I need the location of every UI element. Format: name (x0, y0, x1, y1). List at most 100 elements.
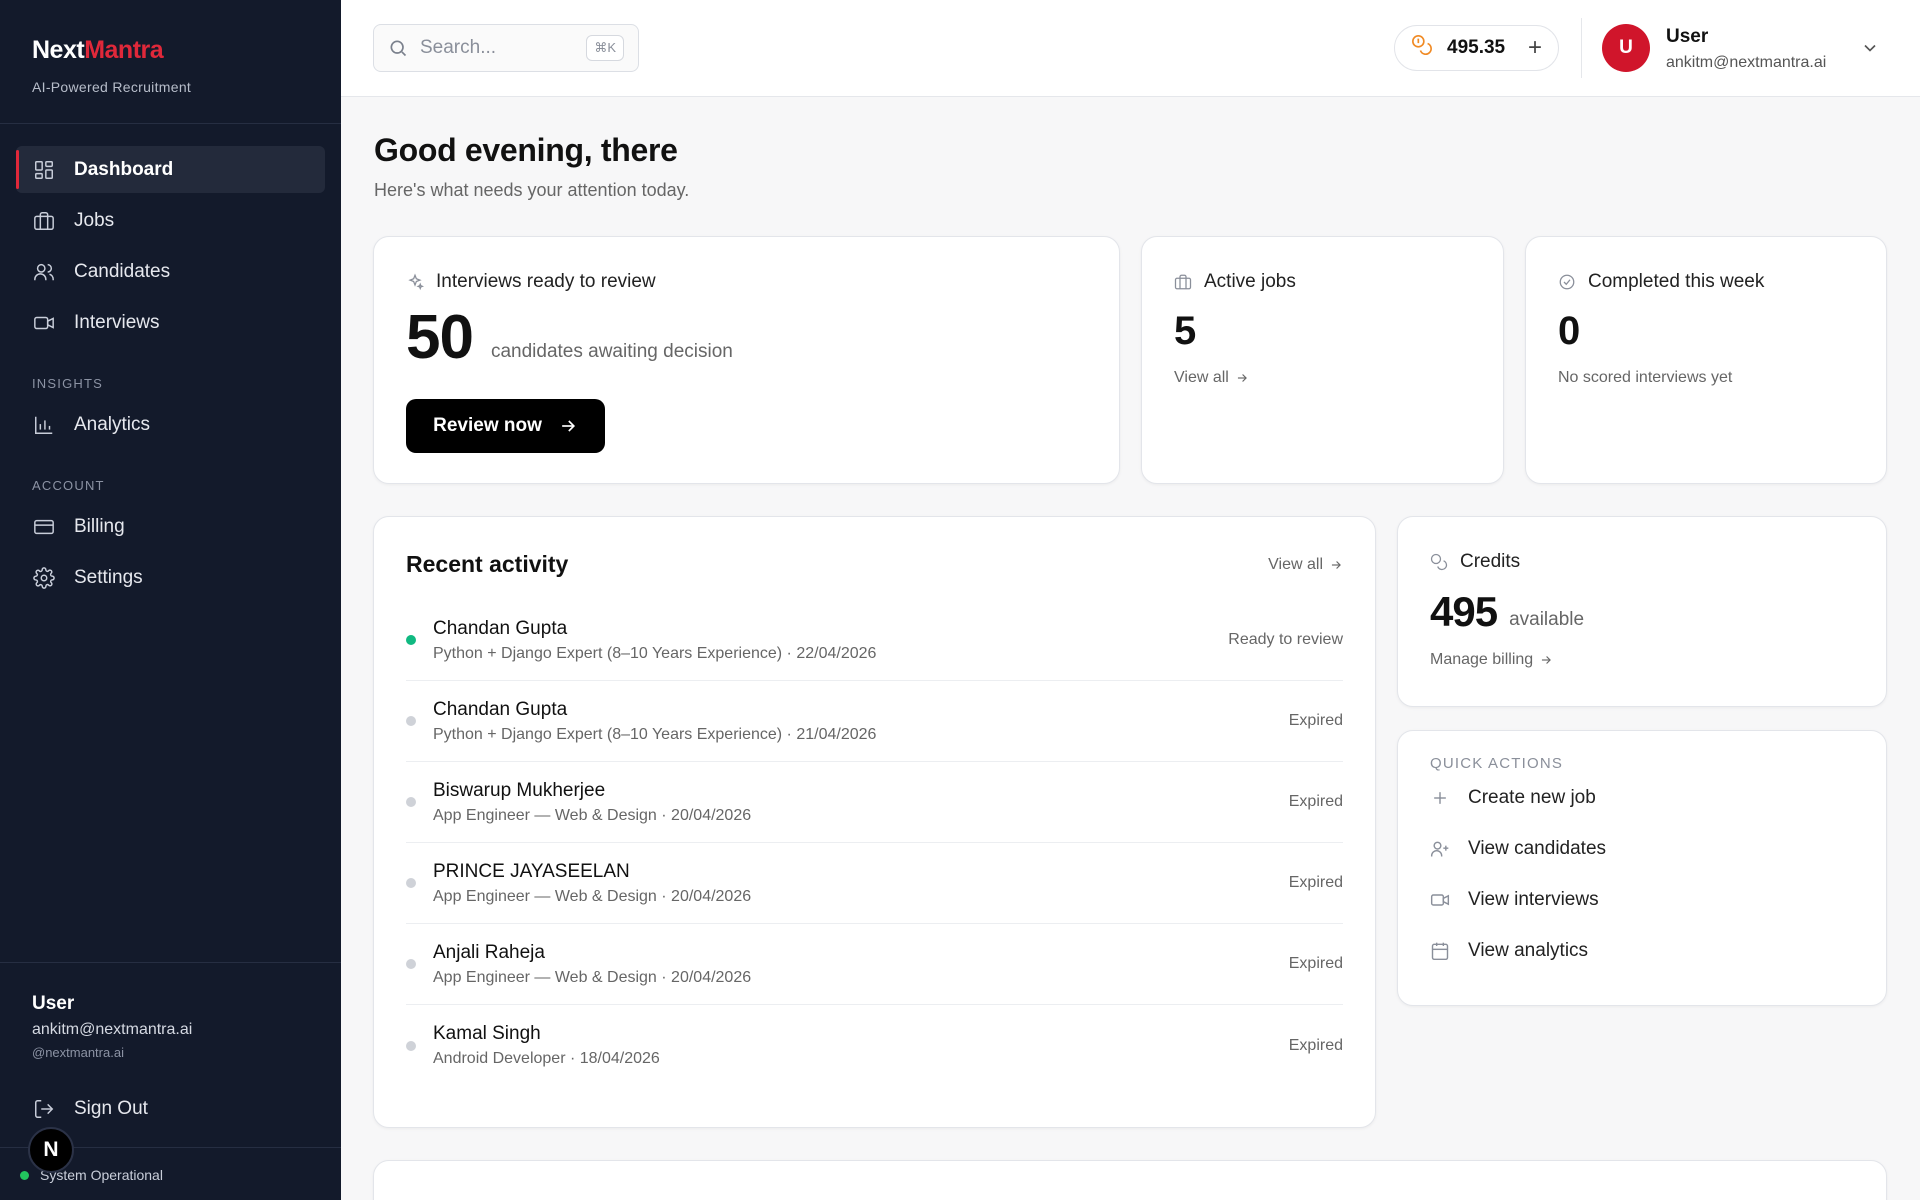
view-candidates-action[interactable]: View candidates (1430, 823, 1854, 874)
action-label: Create new job (1468, 786, 1596, 808)
candidate-name: Chandan Gupta (433, 617, 568, 639)
sparkles-icon (408, 273, 424, 291)
page-subtitle: Here's what needs your attention today. (374, 180, 690, 200)
count-row: 495 available (1430, 591, 1854, 633)
card-header: Interviews ready to review (406, 271, 1087, 293)
sign-out-button[interactable]: Sign Out (16, 1085, 164, 1132)
manage-billing-link[interactable]: Manage billing (1430, 651, 1854, 669)
sidebar-item-label: Candidates (74, 260, 171, 282)
active-jobs-card: Active jobs 5 View all (1141, 236, 1504, 484)
recent-activity-card: Recent activity View all Chandan Gupta P… (373, 516, 1376, 1128)
bottom-card (373, 1160, 1887, 1200)
action-label: View analytics (1468, 939, 1589, 961)
candidate-name: Biswarup Mukherjee (433, 779, 606, 801)
sidebar-item-label: Analytics (74, 413, 151, 435)
card-header: Credits (1430, 551, 1854, 573)
dashboard-icon (32, 158, 56, 182)
nav-section-account: ACCOUNT (32, 478, 105, 493)
sidebar-user: User ankitm@nextmantra.ai @nextmantra.ai… (0, 962, 341, 1119)
brand-logo[interactable]: NextMantra (32, 36, 309, 65)
sidebar-user-handle: @nextmantra.ai (32, 1045, 124, 1060)
card-header: Recent activity View all (406, 551, 1343, 578)
interviews-desc: candidates awaiting decision (490, 341, 733, 362)
search-shortcut: ⌘K (586, 35, 624, 61)
sidebar-item-settings[interactable]: Settings (16, 554, 325, 601)
bar-chart-icon (32, 413, 56, 437)
action-label: View candidates (1468, 837, 1607, 859)
view-all-jobs-link[interactable]: View all (1174, 369, 1471, 387)
avatar[interactable]: U (1602, 24, 1650, 72)
review-now-button[interactable]: Review now (406, 399, 605, 453)
candidate-name: PRINCE JAYASEELAN (433, 860, 630, 882)
quick-actions-card: QUICK ACTIONS Create new job View candid… (1397, 730, 1887, 1006)
view-all-activity-link[interactable]: View all (1268, 556, 1343, 574)
link-label: View all (1268, 555, 1323, 573)
create-job-action[interactable]: Create new job (1430, 772, 1854, 823)
n-badge-button[interactable]: N (28, 1127, 74, 1173)
credit-card-icon (32, 515, 56, 539)
video-icon (32, 311, 56, 335)
quick-actions-title: QUICK ACTIONS (1430, 755, 1564, 772)
card-title: Recent activity (406, 551, 569, 577)
activity-meta: Android Developer · 18/04/2026 (433, 1050, 660, 1067)
list-item[interactable]: Chandan Gupta Python + Django Expert (8–… (406, 600, 1343, 681)
card-title: Interviews ready to review (436, 271, 656, 292)
interviews-count: 50 (406, 303, 474, 372)
candidate-name: Chandan Gupta (433, 698, 568, 720)
sidebar-item-billing[interactable]: Billing (16, 503, 325, 550)
completed-card: Completed this week 0 No scored intervie… (1525, 236, 1887, 484)
view-analytics-action[interactable]: View analytics (1430, 925, 1854, 976)
user-menu[interactable]: User ankitm@nextmantra.ai (1666, 26, 1826, 72)
list-item[interactable]: Biswarup Mukherjee App Engineer — Web & … (406, 762, 1343, 843)
card-title: Credits (1460, 551, 1521, 572)
activity-meta: App Engineer — Web & Design · 20/04/2026 (433, 887, 752, 905)
link-label: Manage billing (1430, 651, 1534, 668)
user-plus-icon (1430, 841, 1449, 856)
search-input[interactable]: Search... ⌘K (373, 24, 639, 72)
status-dot (20, 1171, 29, 1180)
list-item[interactable]: Kamal Singh Android Developer · 18/04/20… (406, 1005, 1343, 1086)
list-item[interactable]: Chandan Gupta Python + Django Expert (8–… (406, 681, 1343, 762)
arrow-right-icon (562, 420, 575, 432)
sidebar-nav: Dashboard Jobs Candidates Interviews INS… (0, 124, 341, 601)
action-label: View interviews (1468, 888, 1599, 910)
list-item[interactable]: Anjali Raheja App Engineer — Web & Desig… (406, 924, 1343, 1005)
card-header: Active jobs (1174, 271, 1471, 293)
activity-status: Expired (1288, 955, 1343, 972)
sidebar-item-label: Dashboard (74, 158, 174, 180)
gear-icon (32, 566, 56, 590)
sidebar: NextMantra AI-Powered Recruitment Dashbo… (0, 0, 341, 1200)
sidebar-user-name: User (32, 993, 75, 1014)
sidebar-item-dashboard[interactable]: Dashboard (16, 146, 325, 193)
activity-text: Chandan Gupta Python + Django Expert (8–… (433, 618, 876, 663)
arrow-right-icon (1542, 656, 1552, 664)
link-label: View all (1174, 369, 1229, 386)
sidebar-item-candidates[interactable]: Candidates (16, 248, 325, 295)
activity-list: Chandan Gupta Python + Django Expert (8–… (406, 600, 1343, 1086)
activity-status: Expired (1288, 1036, 1343, 1054)
users-icon (32, 260, 56, 284)
sidebar-item-analytics[interactable]: Analytics (16, 401, 325, 448)
sidebar-user-email: ankitm@nextmantra.ai (32, 1021, 193, 1038)
credits-pill[interactable]: 495.35 + (1394, 25, 1559, 71)
completed-note: No scored interviews yet (1558, 369, 1733, 386)
sidebar-item-jobs[interactable]: Jobs (16, 197, 325, 244)
candidate-name: Kamal Singh (433, 1023, 541, 1044)
chevron-down-icon[interactable] (1860, 38, 1880, 63)
activity-meta: App Engineer — Web & Design · 20/04/2026 (433, 806, 752, 824)
activity-text: Kamal Singh Android Developer · 18/04/20… (433, 1023, 660, 1068)
view-interviews-action[interactable]: View interviews (1430, 874, 1854, 925)
sidebar-item-interviews[interactable]: Interviews (16, 299, 325, 346)
activity-text: Anjali Raheja App Engineer — Web & Desig… (433, 942, 751, 987)
divider (1581, 18, 1582, 78)
activity-meta: Python + Django Expert (8–10 Years Exper… (433, 725, 877, 743)
check-circle-icon (1559, 274, 1575, 290)
add-credits-icon[interactable]: + (1528, 34, 1542, 62)
count-row: 50 candidates awaiting decision (406, 307, 1087, 369)
activity-status: Expired (1288, 712, 1343, 729)
list-item[interactable]: PRINCE JAYASEELAN App Engineer — Web & D… (406, 843, 1343, 924)
brand-tagline: AI-Powered Recruitment (32, 79, 192, 95)
brand: NextMantra AI-Powered Recruitment (0, 0, 341, 124)
card-title: Completed this week (1588, 271, 1765, 292)
button-label: Review now (433, 415, 542, 436)
